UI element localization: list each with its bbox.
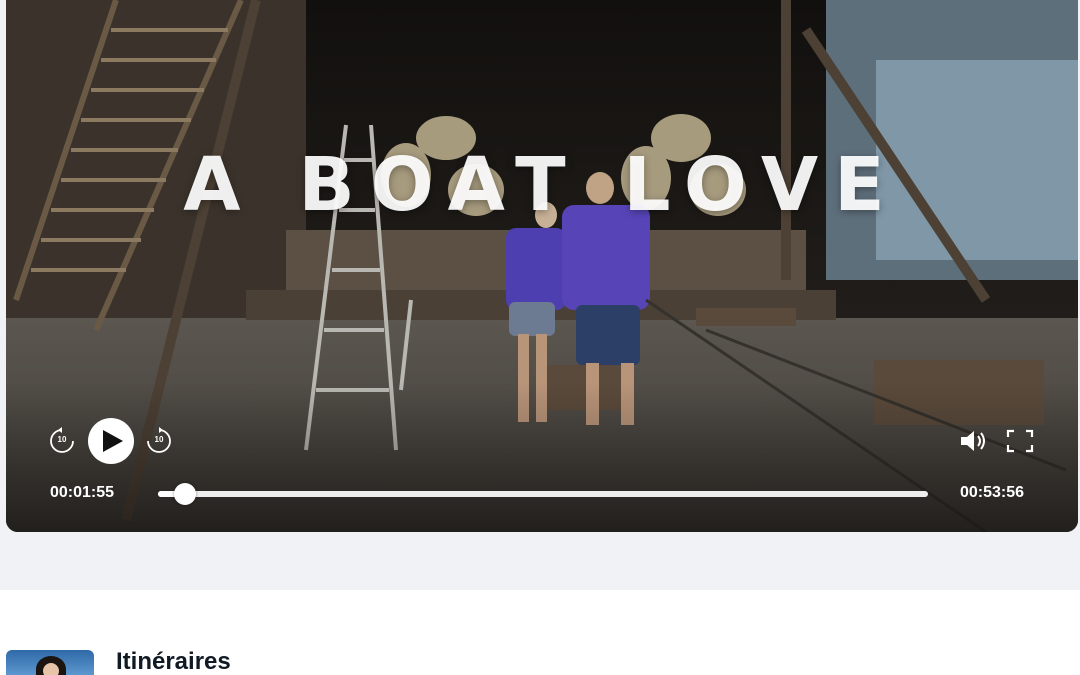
- volume-button[interactable]: [958, 427, 990, 455]
- presenter-face: [43, 663, 59, 675]
- forward-seconds-label: 10: [154, 435, 164, 444]
- play-button[interactable]: [88, 418, 134, 464]
- program-title[interactable]: Itinéraires: [116, 648, 231, 675]
- current-time: 00:01:55: [50, 484, 115, 501]
- fullscreen-button[interactable]: [1004, 427, 1036, 455]
- video-title-overlay: A BOAT LOVE: [183, 142, 901, 228]
- program-thumbnail[interactable]: [6, 650, 94, 675]
- video-player[interactable]: A BOAT LOVE 10 10 00:01:55 00:53:56: [6, 0, 1078, 532]
- play-icon: [103, 430, 123, 452]
- volume-icon: [961, 431, 985, 451]
- progress-bar[interactable]: [158, 483, 928, 505]
- rewind-10-button[interactable]: 10: [48, 427, 76, 455]
- total-duration: 00:53:56: [960, 484, 1025, 501]
- fullscreen-icon: [1006, 429, 1034, 453]
- forward-10-button[interactable]: 10: [145, 427, 173, 455]
- rewind-seconds-label: 10: [57, 435, 67, 444]
- controls-gradient: [6, 382, 1078, 532]
